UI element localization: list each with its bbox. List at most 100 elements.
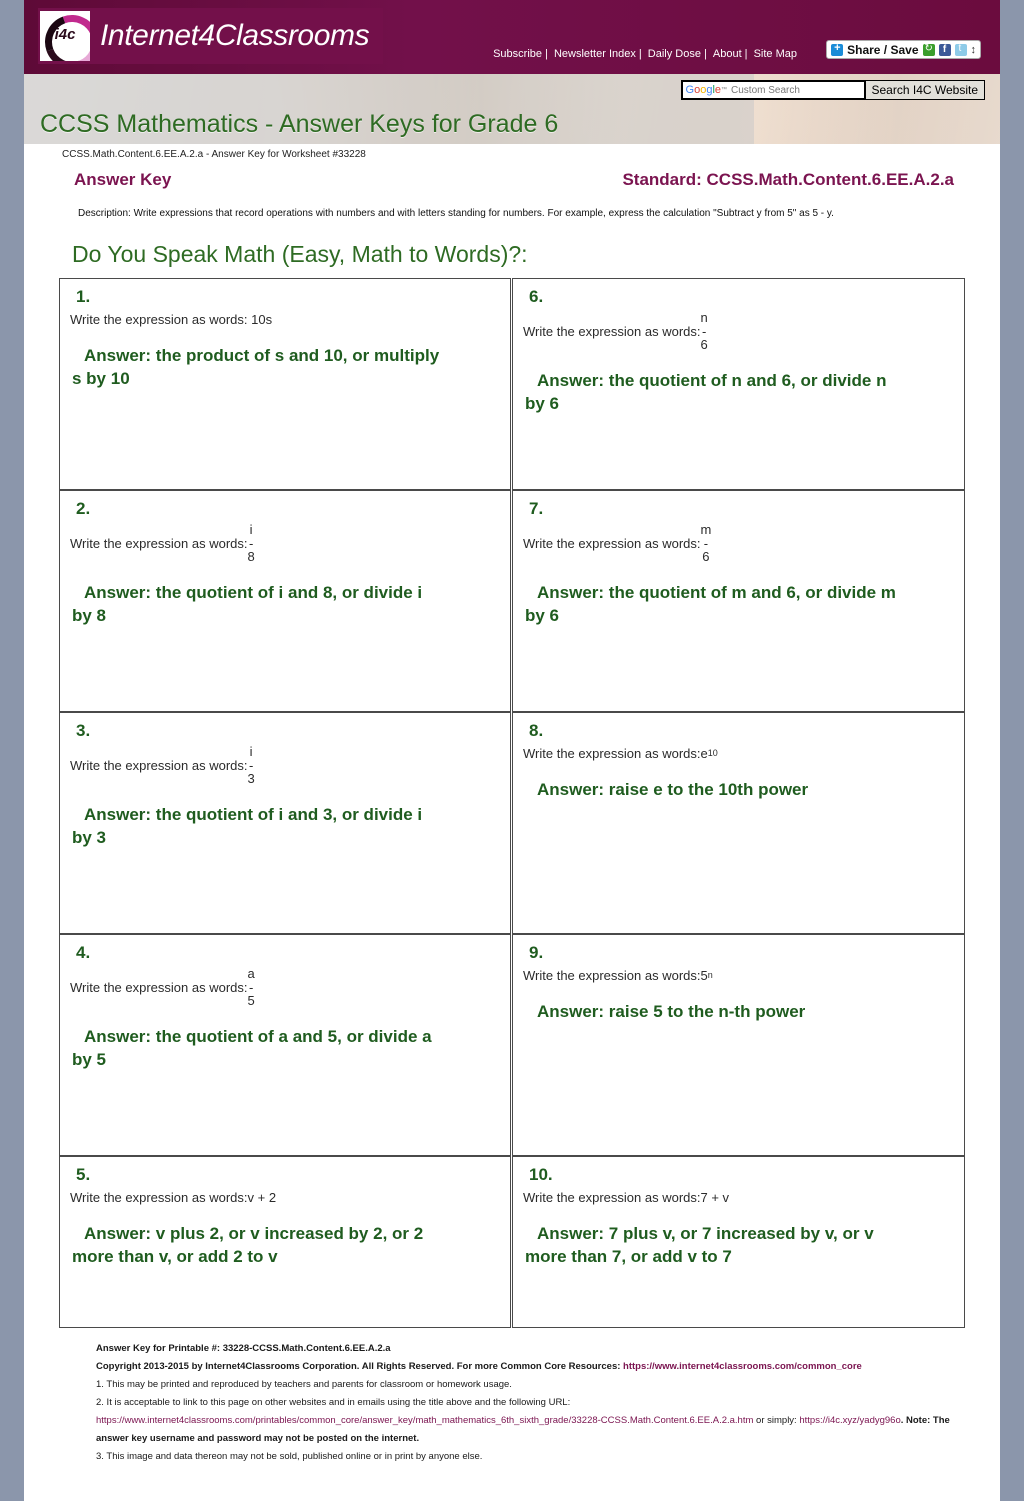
question-prompt: Write the expression as words: i - 3 xyxy=(70,745,502,786)
fraction-numerator: i xyxy=(249,522,253,537)
search-area: Google ™ Custom Search Search I4C Website xyxy=(680,80,985,100)
question-number: 5. xyxy=(76,1165,91,1184)
fraction-expression: n - 6 xyxy=(701,311,708,352)
question-prompt-text: Write the expression as words: xyxy=(523,1189,701,1205)
question-cell: 4. Write the expression as words: a - 5 … xyxy=(59,934,511,1156)
question-answer: Answer: raise e to the 10th power xyxy=(525,779,956,802)
fraction-bar: - xyxy=(248,757,254,773)
answer-line-2: by 5 xyxy=(72,1049,107,1069)
worksheet-title: Do You Speak Math (Easy, Math to Words)?… xyxy=(72,241,528,267)
answer-line-1: Answer: 7 plus v, or 7 increased by v, o… xyxy=(537,1224,874,1243)
fraction-expression: i - 8 xyxy=(248,523,255,564)
answer-line-2: more than v, or add 2 to v xyxy=(72,1246,278,1266)
nav-separator: | xyxy=(545,48,548,60)
question-cell: 2. Write the expression as words: i - 8 … xyxy=(59,490,511,712)
question-number: 8. xyxy=(529,721,544,740)
nav-separator: | xyxy=(744,48,748,60)
fraction-denominator: 3 xyxy=(247,771,255,787)
nav-item-subscribe[interactable]: Subscribe xyxy=(490,48,545,60)
facebook-icon[interactable]: f xyxy=(938,43,951,56)
search-submit-button[interactable]: Search I4C Website xyxy=(865,80,985,100)
question-expression: v + 2 xyxy=(247,1189,277,1205)
power-exponent: 10 xyxy=(707,748,718,758)
chevron-updown-icon[interactable]: ↕ xyxy=(971,44,977,56)
search-input[interactable]: Google ™ Custom Search xyxy=(680,80,866,100)
answer-line-2: by 6 xyxy=(525,605,560,625)
question-prompt-text: Write the expression as words: xyxy=(523,745,701,761)
answer-line-2: s by 10 xyxy=(72,368,130,388)
search-placeholder: Custom Search xyxy=(731,84,800,96)
fraction-numerator: i xyxy=(249,744,253,759)
question-answer: Answer: raise 5 to the n-th power xyxy=(525,1001,956,1024)
question-prompt: Write the expression as words: v + 2 xyxy=(70,1189,502,1205)
footer-item-1: 1. This may be printed and reproduced by… xyxy=(96,1379,512,1391)
answer-line-1: Answer: the quotient of m and 6, or divi… xyxy=(537,582,896,602)
nav-item-about[interactable]: About xyxy=(710,48,745,60)
top-nav: Subscribe | Newsletter Index | Daily Dose |… xyxy=(490,48,800,60)
question-answer: Answer: 7 plus v, or 7 increased by v, o… xyxy=(525,1223,956,1269)
fraction-bar: - xyxy=(248,979,254,995)
power-base: 5 xyxy=(700,967,708,983)
site-header: i4c Internet4Classrooms Subscribe | Newsl… xyxy=(24,0,1000,74)
question-prompt: Write the expression as words: a - 5 xyxy=(70,967,502,1008)
page-title: CCSS Mathematics - Answer Keys for Grade… xyxy=(40,110,559,138)
question-number: 3. xyxy=(76,721,91,740)
footer-item-3: 3. This image and data thereon may not b… xyxy=(96,1451,483,1463)
questions-column-right: 6. Write the expression as words: n - 6 … xyxy=(512,278,965,1328)
answer-line-2: more than 7, or add v to 7 xyxy=(525,1246,732,1266)
question-answer: Answer: the quotient of i and 3, or divi… xyxy=(72,804,502,850)
question-prompt-text: Write the expression as words: xyxy=(523,323,701,339)
fraction-denominator: 6 xyxy=(700,337,708,353)
question-prompt-text: Write the expression as words: xyxy=(523,535,701,551)
brand-block[interactable]: i4c Internet4Classrooms xyxy=(38,8,384,64)
fraction-denominator: 6 xyxy=(702,549,710,565)
footer-printable-line: Answer Key for Printable #: 33228-CCSS.M… xyxy=(96,1343,391,1354)
page-container: i4c Internet4Classrooms Subscribe | Newsl… xyxy=(24,0,1000,1501)
twitter-icon[interactable] xyxy=(954,43,967,56)
short-url-link[interactable]: https://i4c.xyz/yadyg96o xyxy=(799,1415,900,1426)
fraction-expression: a - 5 xyxy=(248,967,255,1008)
fraction-bar: - xyxy=(703,535,709,551)
answer-line-2: by 3 xyxy=(72,827,107,847)
share-save-widget[interactable]: Share / Save f ↕ xyxy=(826,40,981,59)
footer-item-2-continued: answer key username and password may not… xyxy=(96,1433,420,1445)
answer-line-1: Answer: the product of s and 10, or mult… xyxy=(84,346,440,365)
power-base: e xyxy=(700,745,708,761)
answer-line-1: Answer: raise e to the 10th power xyxy=(537,780,809,799)
question-answer: Answer: v plus 2, or v increased by 2, o… xyxy=(72,1223,502,1269)
standard-description: Description: Write expressions that reco… xyxy=(78,208,834,219)
question-cell: 3. Write the expression as words: i - 3 … xyxy=(59,712,511,934)
trademark-icon: ™ xyxy=(721,87,728,93)
addthis-icon[interactable] xyxy=(922,43,935,56)
common-core-link[interactable]: https://www.internet4classrooms.com/comm… xyxy=(623,1361,862,1372)
fraction-expression: i - 3 xyxy=(248,745,255,786)
answer-line-1: Answer: raise 5 to the n-th power xyxy=(537,1002,806,1021)
fraction-denominator: 5 xyxy=(247,993,255,1009)
question-answer: Answer: the quotient of n and 6, or divi… xyxy=(525,370,956,416)
nav-item-site-map[interactable]: Site Map xyxy=(751,48,800,60)
question-prompt: Write the expression as words: n - 6 xyxy=(523,311,956,352)
question-prompt-text: Write the expression as words: xyxy=(70,1189,248,1205)
nav-item-daily-dose[interactable]: Daily Dose xyxy=(645,48,704,60)
question-number: 2. xyxy=(76,499,91,518)
question-prompt: Write the expression as words: i - 8 xyxy=(70,523,502,564)
question-prompt: Write the expression as words: m - 6 xyxy=(523,523,956,564)
question-answer: Answer: the product of s and 10, or mult… xyxy=(72,345,502,391)
question-cell: 1. Write the expression as words: 10s An… xyxy=(59,278,511,490)
question-expression: 7 + v xyxy=(700,1189,730,1205)
question-answer: Answer: the quotient of a and 5, or divi… xyxy=(72,1026,502,1072)
question-prompt: Write the expression as words: 7 + v xyxy=(523,1189,956,1205)
main-content: CCSS.Math.Content.6.EE.A.2.a - Answer Ke… xyxy=(24,144,1000,1466)
page-footer: Answer Key for Printable #: 33228-CCSS.M… xyxy=(44,1328,980,1466)
footer-note-text: . Note: The xyxy=(900,1415,950,1427)
question-prompt: Write the expression as words: 10s xyxy=(70,311,502,327)
question-answer: Answer: the quotient of i and 8, or divi… xyxy=(72,582,502,628)
question-prompt-text: Write the expression as words: xyxy=(70,535,248,551)
question-cell: 5. Write the expression as words: v + 2 … xyxy=(59,1156,511,1328)
nav-item-newsletter-index[interactable]: Newsletter Index xyxy=(551,48,639,60)
power-exponent: n xyxy=(707,970,713,980)
printable-url-link[interactable]: https://www.internet4classrooms.com/prin… xyxy=(96,1415,753,1426)
question-prompt-text: Write the expression as words: xyxy=(70,979,248,995)
question-cell: 7. Write the expression as words: m - 6 … xyxy=(512,490,965,712)
answer-line-1: Answer: the quotient of i and 8, or divi… xyxy=(84,582,423,602)
